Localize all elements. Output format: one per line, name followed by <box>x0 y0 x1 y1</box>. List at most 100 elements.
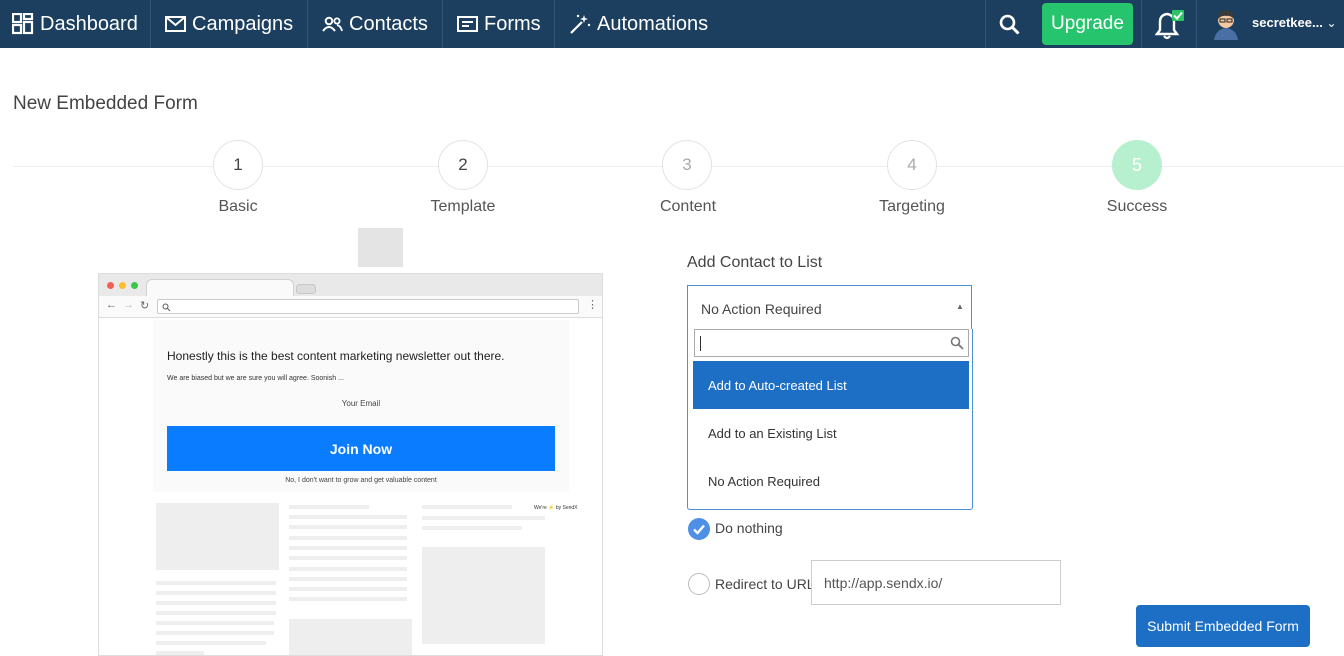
preview-subtext: We are biased but we are sure you will a… <box>167 375 344 382</box>
placeholder-line <box>156 651 204 655</box>
list-action-select[interactable]: No Action Required ▲ <box>687 285 972 329</box>
upgrade-button[interactable]: Upgrade <box>1042 3 1133 45</box>
mobile-preview-button[interactable] <box>358 228 403 267</box>
add-contact-label: Add Contact to List <box>687 254 823 271</box>
search-icon <box>999 14 1020 35</box>
browser-addressbar: ← → ↻ ⋮ <box>99 296 602 318</box>
placeholder-line <box>156 621 274 625</box>
nav-dashboard-label: Dashboard <box>40 12 138 35</box>
nav-contacts-label: Contacts <box>349 12 428 35</box>
step-3-circle[interactable]: 3 <box>662 140 712 190</box>
dropdown-search-input[interactable] <box>694 329 969 357</box>
envelope-icon <box>165 16 186 32</box>
nav-divider <box>554 0 555 48</box>
redirect-url-input[interactable]: http://app.sendx.io/ <box>811 560 1061 605</box>
submit-embedded-form-button[interactable]: Submit Embedded Form <box>1136 605 1310 647</box>
placeholder-line <box>289 587 407 591</box>
nav-automations[interactable]: Automations <box>569 0 708 48</box>
nav-divider <box>307 0 308 48</box>
nav-campaigns[interactable]: Campaigns <box>165 0 293 48</box>
placeholder-line <box>289 525 407 529</box>
placeholder-block <box>156 503 279 570</box>
form-icon <box>457 16 478 32</box>
redirect-url-label: Redirect to URL <box>715 576 815 592</box>
nav-divider <box>442 0 443 48</box>
step-5-label: Success <box>1106 198 1168 215</box>
notifications-button[interactable] <box>1152 0 1192 48</box>
step-3-label: Content <box>659 198 717 215</box>
placeholder-line <box>289 505 369 509</box>
placeholder-block <box>289 619 412 655</box>
option-existing-list[interactable]: Add to an Existing List <box>693 409 969 457</box>
preview-headline: Honestly this is the best content market… <box>167 349 505 363</box>
nav-campaigns-label: Campaigns <box>192 12 294 35</box>
placeholder-line <box>156 631 274 635</box>
placeholder-line <box>422 505 512 509</box>
search-icon <box>950 336 964 350</box>
nav-forms[interactable]: Forms <box>457 0 541 48</box>
redirect-url-radio[interactable] <box>688 573 710 595</box>
option-no-action[interactable]: No Action Required <box>693 457 969 505</box>
nav-automations-label: Automations <box>597 12 709 35</box>
dashboard-icon <box>12 13 34 35</box>
caret-up-icon: ▲ <box>956 302 964 311</box>
placeholder-line <box>156 601 276 605</box>
nav-divider <box>985 0 986 48</box>
nav-search-button[interactable] <box>999 0 1026 48</box>
placeholder-line <box>156 581 276 585</box>
do-nothing-label: Do nothing <box>715 520 783 536</box>
nav-dashboard[interactable]: Dashboard <box>12 0 138 48</box>
placeholder-line <box>289 577 407 581</box>
step-1-label: Basic <box>218 198 258 215</box>
step-2-circle[interactable]: 2 <box>438 140 488 190</box>
option-auto-created-list[interactable]: Add to Auto-created List <box>693 361 969 409</box>
nav-divider <box>150 0 151 48</box>
nav-divider <box>1141 0 1142 48</box>
magic-wand-icon <box>570 14 591 34</box>
placeholder-line <box>289 515 407 519</box>
placeholder-line <box>156 641 266 645</box>
chevron-down-icon: ⌄ <box>1326 16 1337 30</box>
new-tab-icon <box>296 284 316 294</box>
step-4-label: Targeting <box>879 198 945 215</box>
step-2-label: Template <box>430 198 496 215</box>
form-preview-browser: ← → ↻ ⋮ Honestly this is the best conten… <box>98 273 603 656</box>
kebab-menu-icon: ⋮ <box>587 299 598 311</box>
placeholder-line <box>289 567 407 571</box>
text-cursor <box>700 336 701 351</box>
preview-join-button: Join Now <box>167 426 555 471</box>
nav-forms-label: Forms <box>484 12 541 35</box>
placeholder-block <box>422 547 545 644</box>
step-1-circle[interactable]: 1 <box>213 140 263 190</box>
minimize-dot-icon <box>119 282 126 289</box>
step-5-circle[interactable]: 5 <box>1112 140 1162 190</box>
user-name-text: secretkee... <box>1252 15 1323 30</box>
do-nothing-radio[interactable] <box>688 518 710 540</box>
nav-contacts[interactable]: Contacts <box>322 0 428 48</box>
reload-icon: ↻ <box>140 300 150 312</box>
avatar[interactable] <box>1210 0 1248 48</box>
check-icon <box>693 524 705 535</box>
step-4-circle[interactable]: 4 <box>887 140 937 190</box>
browser-url-box <box>157 299 579 314</box>
close-dot-icon <box>107 282 114 289</box>
placeholder-line <box>156 591 276 595</box>
bell-icon <box>1154 10 1184 40</box>
maximize-dot-icon <box>131 282 138 289</box>
redirect-url-value: http://app.sendx.io/ <box>824 574 943 591</box>
placeholder-line <box>289 597 407 601</box>
placeholder-line <box>289 556 407 560</box>
search-icon <box>162 303 171 312</box>
browser-tab <box>146 279 294 296</box>
list-action-dropdown: Add to Auto-created List Add to an Exist… <box>687 329 973 510</box>
preview-branding: We're ⚡ by SendX <box>534 505 578 511</box>
list-action-selected: No Action Required <box>701 301 822 317</box>
user-avatar-icon <box>1214 10 1238 40</box>
browser-titlebar <box>99 274 602 296</box>
preview-decline-text: No, I don't want to grow and get valuabl… <box>285 477 437 484</box>
user-name[interactable]: secretkee... ⌄ <box>1252 15 1337 30</box>
placeholder-line <box>289 546 407 550</box>
forward-arrow-icon: → <box>123 299 134 311</box>
users-icon <box>322 16 343 32</box>
placeholder-line <box>422 516 545 520</box>
